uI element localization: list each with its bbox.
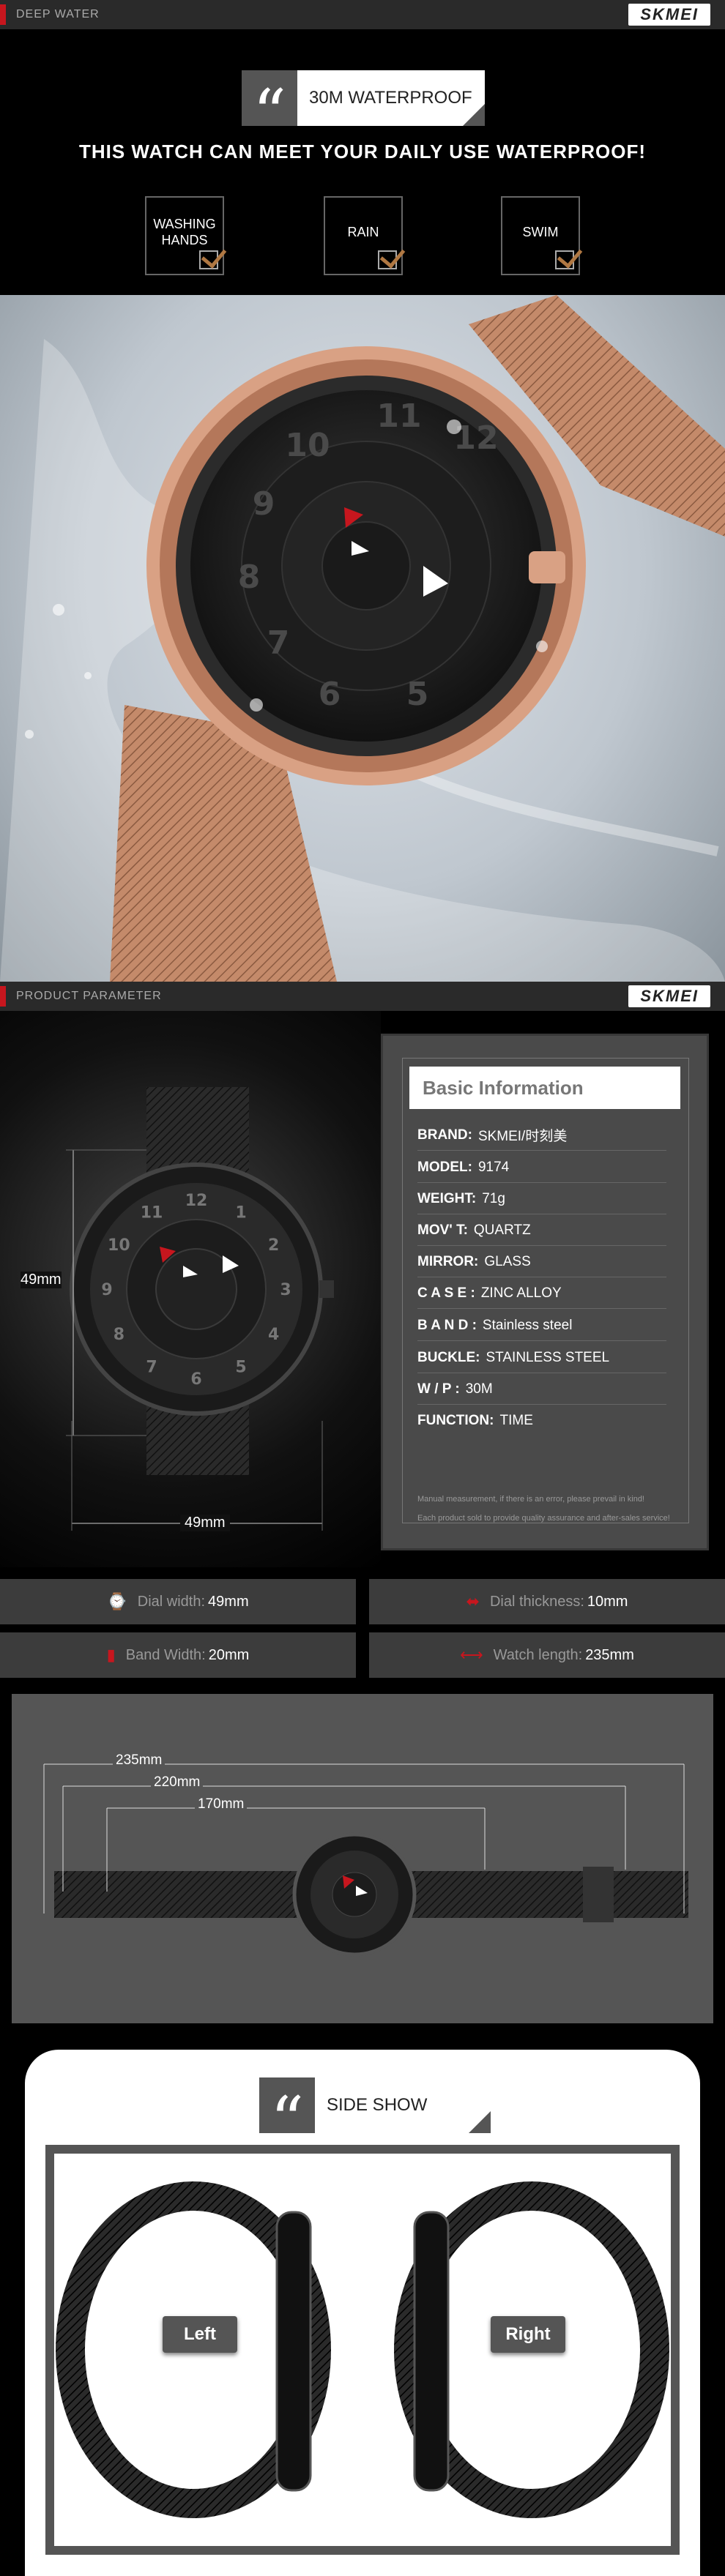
svg-text:10: 10 xyxy=(285,427,330,464)
dim-watch-length: ⟷ Watch length: 235mm xyxy=(369,1632,725,1678)
band-icon: ▮ xyxy=(106,1646,116,1664)
dial-number: 8 xyxy=(114,1326,124,1344)
spec-row: C A S E : ZINC ALLOY xyxy=(417,1278,666,1309)
front-view: 12 1 2 3 4 5 6 7 8 9 10 11 49mm 49mm xyxy=(0,1011,381,1567)
right-label: Right xyxy=(491,2316,565,2353)
left-label: Left xyxy=(163,2316,237,2353)
side-show-badge: “ SIDE SHOW xyxy=(259,2077,491,2159)
section-label: PRODUCT PARAMETER xyxy=(16,990,162,1002)
dial-number: 9 xyxy=(101,1281,112,1299)
svg-text:5: 5 xyxy=(406,676,429,713)
length-170: 170mm xyxy=(195,1796,248,1812)
length-diagram: 235mm 220mm 170mm xyxy=(12,1694,713,2023)
thickness-icon: ⬌ xyxy=(466,1592,480,1610)
spec-row: WEIGHT: 71g xyxy=(417,1184,666,1214)
watch-front-image: 121234567891011 xyxy=(66,1087,334,1531)
watch-length-image xyxy=(43,1763,688,1957)
watch-splash-image: 1112 109 87 65 xyxy=(0,295,725,982)
parameter-bar: PRODUCT PARAMETER SKMEI xyxy=(0,982,725,1011)
brand-logo: SKMEI xyxy=(628,4,710,26)
svg-text:11: 11 xyxy=(376,397,421,435)
option-rain: RAIN xyxy=(324,196,406,275)
spec-row: B A N D : Stainless steel xyxy=(417,1310,666,1341)
side-watches-image xyxy=(56,2181,669,2518)
width-label: 49mm xyxy=(180,1515,230,1531)
length-220: 220mm xyxy=(151,1774,204,1791)
dial-number: 10 xyxy=(108,1236,130,1255)
dial-number: 3 xyxy=(280,1281,291,1299)
waterproof-headline: THIS WATCH CAN MEET YOUR DAILY USE WATER… xyxy=(78,141,647,163)
dial-number: 7 xyxy=(146,1359,157,1377)
spec-row: W / P :30M xyxy=(417,1374,666,1405)
top-bar: DEEP WATER SKMEI xyxy=(0,0,725,29)
option-swim: SWIM xyxy=(501,196,583,275)
info-note: Each product sold to provide quality ass… xyxy=(417,1514,670,1523)
length-icon: ⟷ xyxy=(460,1646,483,1664)
length-235: 235mm xyxy=(113,1752,166,1769)
waterproof-badge: “ 30M WATERPROOF xyxy=(242,70,485,152)
option-washing-hands: WASHING HANDS xyxy=(145,196,227,275)
svg-text:9: 9 xyxy=(253,485,275,523)
dial-number: 12 xyxy=(185,1192,208,1210)
brand-logo: SKMEI xyxy=(628,985,710,1007)
dim-band-width: ▮ Band Width: 20mm xyxy=(0,1632,356,1678)
product-photo: 11 12 10 9 87 65 xyxy=(0,295,725,982)
side-show-title: SIDE SHOW xyxy=(327,2095,428,2115)
spec-row: MOV' T: QUARTZ xyxy=(417,1215,666,1246)
section-label: DEEP WATER xyxy=(16,8,100,20)
info-title: Basic Information xyxy=(409,1067,680,1109)
spec-row: MIRROR: GLASS xyxy=(417,1247,666,1277)
spec-row: FUNCTION: TIME xyxy=(417,1413,533,1428)
spec-row: BRAND: SKMEI/时刻美 xyxy=(417,1120,666,1151)
spec-row: BUCKLE: STAINLESS STEEL xyxy=(417,1343,666,1373)
quote-icon: “ xyxy=(242,70,297,152)
dial-number: 1 xyxy=(235,1203,246,1222)
side-show-section: “ SIDE SHOW Left Right xyxy=(0,2050,725,2576)
spec-row: MODEL: 9174 xyxy=(417,1152,666,1183)
dial-number: 6 xyxy=(190,1370,201,1389)
accent-mark xyxy=(0,4,6,25)
dial-number: 5 xyxy=(235,1359,246,1377)
height-label: 49mm xyxy=(21,1272,62,1288)
svg-text:6: 6 xyxy=(319,676,341,713)
accent-mark xyxy=(0,986,6,1007)
svg-text:8: 8 xyxy=(238,559,261,596)
quote-icon: “ xyxy=(259,2077,315,2159)
dim-dial-thickness: ⬌ Dial thickness: 10mm xyxy=(369,1579,725,1624)
dial-number: 4 xyxy=(268,1326,279,1344)
dial-number: 11 xyxy=(141,1203,163,1222)
badge-label: 30M WATERPROOF xyxy=(309,88,472,108)
dial-number: 2 xyxy=(268,1236,279,1255)
dim-dial-width: ⌚ Dial width: 49mm xyxy=(0,1579,356,1624)
info-note: Manual measurement, if there is an error… xyxy=(417,1495,644,1504)
side-frame xyxy=(45,2145,680,2555)
watch-icon: ⌚ xyxy=(107,1592,127,1610)
svg-text:7: 7 xyxy=(267,624,290,662)
